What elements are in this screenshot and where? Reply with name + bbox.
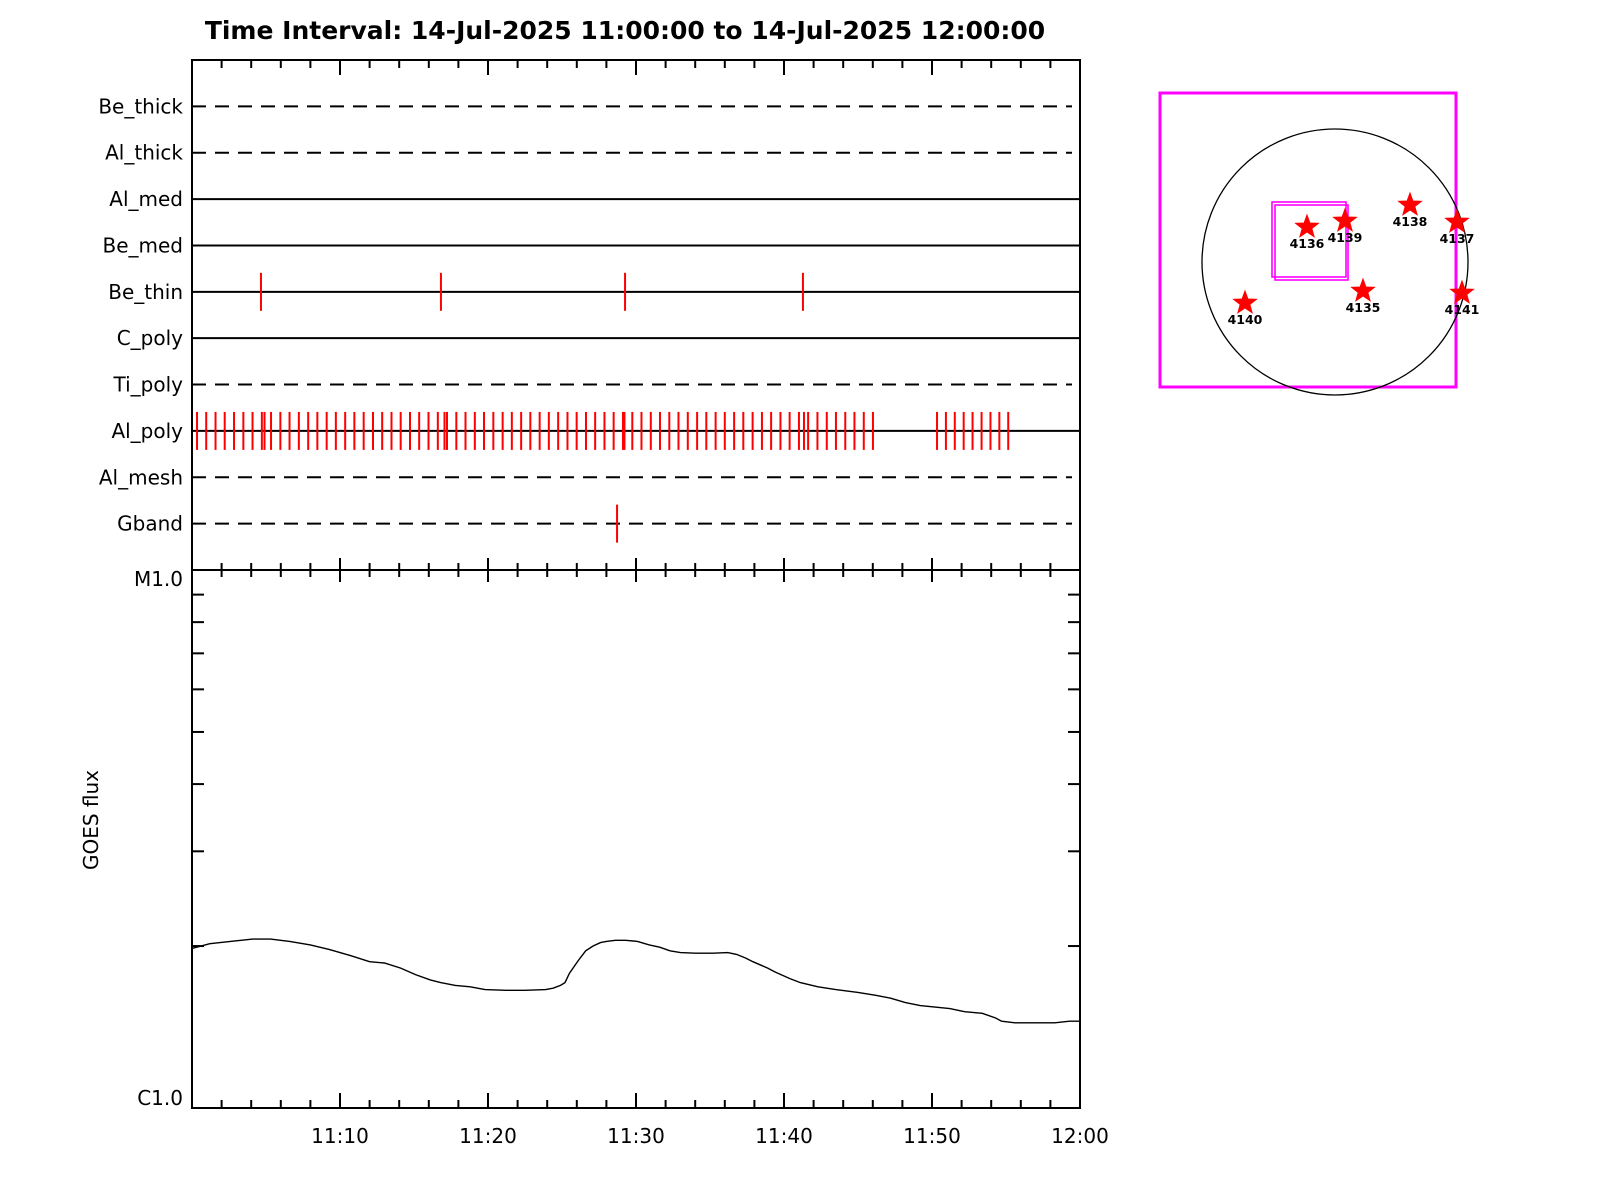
time-tick-label: 11:40	[755, 1124, 813, 1148]
time-tick-label: 12:00	[1051, 1124, 1109, 1148]
active-region-label: 4137	[1440, 231, 1475, 246]
active-region-star	[1294, 213, 1320, 238]
goes-ymin-label: C1.0	[137, 1086, 183, 1110]
time-tick-label: 11:20	[459, 1124, 517, 1148]
filter-label: Al_thick	[105, 141, 183, 165]
active-region-star	[1350, 277, 1376, 302]
active-region-star	[1332, 207, 1358, 232]
active-region-label: 4139	[1328, 230, 1363, 245]
goes-axis-title: GOES flux	[79, 770, 103, 870]
filter-label: Al_med	[109, 187, 183, 211]
active-region-label: 4135	[1346, 300, 1381, 315]
active-region-label: 4141	[1445, 302, 1480, 317]
solar-disk	[1201, 128, 1469, 396]
active-region-star	[1232, 289, 1258, 314]
filter-label: Al_mesh	[99, 465, 183, 489]
filter-label: Be_med	[102, 233, 183, 257]
filter-label: Be_thick	[98, 94, 183, 118]
time-tick-label: 11:30	[607, 1124, 665, 1148]
filter-label: C_poly	[117, 326, 183, 350]
active-region-label: 4138	[1393, 214, 1428, 229]
filter-label: Ti_poly	[113, 373, 184, 397]
time-tick-label: 11:50	[903, 1124, 961, 1148]
goes-panel-border	[191, 569, 1081, 1109]
active-region-label: 4136	[1290, 236, 1325, 251]
observation-summary-plot: Be_thick Al_thick Al_med Be_med Be_thin C_pol…	[79, 59, 1480, 1148]
plot-canvas: Time Interval: 14-Jul-2025 11:00:00 to 1…	[0, 0, 1600, 1200]
time-tick-label: 11:10	[311, 1124, 369, 1148]
filter-label: Gband	[117, 512, 183, 536]
goes-ymax-label: M1.0	[134, 567, 183, 591]
active-region-label: 4140	[1228, 312, 1263, 327]
goes-flux-curve	[191, 938, 1080, 1024]
active-region-star	[1397, 191, 1423, 216]
filter-label: Be_thin	[108, 280, 183, 304]
timeline-panel-border	[191, 59, 1081, 571]
filter-label: Al_poly	[111, 419, 183, 443]
